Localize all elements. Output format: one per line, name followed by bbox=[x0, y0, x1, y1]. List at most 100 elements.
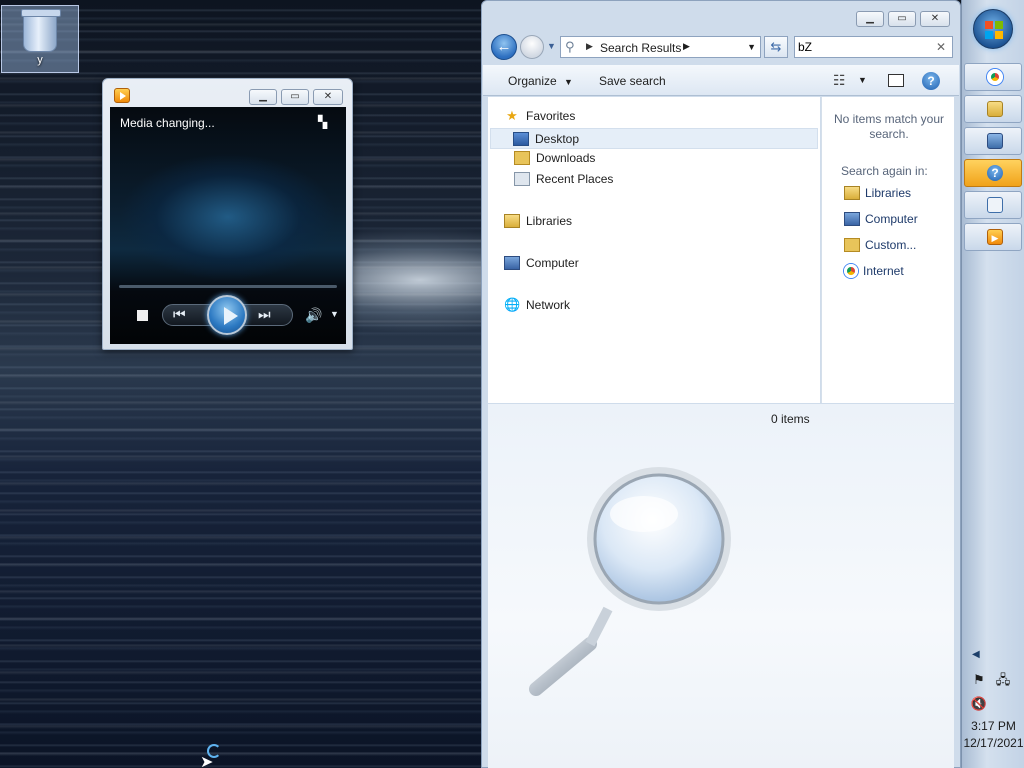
taskbar-explorer[interactable] bbox=[964, 95, 1022, 123]
close-button[interactable]: ✕ bbox=[313, 89, 343, 105]
media-player-screen: Media changing... ▚ ⏮ ⏭ 🔊 ▼ bbox=[110, 107, 346, 344]
media-player-window[interactable]: ▁ ▭ ✕ Media changing... ▚ ⏮ ⏭ 🔊 ▼ bbox=[102, 78, 353, 350]
address-dropdown-icon[interactable]: ▼ bbox=[747, 42, 756, 52]
libraries-icon bbox=[504, 214, 520, 228]
search-again-label: Search again in: bbox=[841, 164, 928, 178]
recent-pages-dropdown[interactable]: ▼ bbox=[547, 41, 556, 51]
item-count: 0 items bbox=[771, 412, 810, 426]
busy-spinner-icon bbox=[207, 744, 221, 758]
windows-logo-icon bbox=[985, 21, 1003, 39]
minimize-button[interactable]: ▁ bbox=[249, 89, 277, 105]
explorer-window[interactable]: ▁ ▭ ✕ ← ▼ ⚲ ▶ Search Results ▶ ▼ ⇆ ✕ Org… bbox=[481, 0, 961, 768]
search-input[interactable] bbox=[798, 39, 933, 55]
search-again-libraries-label: Libraries bbox=[865, 186, 912, 200]
results-area: 0 items bbox=[488, 404, 954, 768]
taskbar-chrome[interactable] bbox=[964, 63, 1022, 91]
search-again-custom-label: Custom... bbox=[865, 238, 917, 252]
media-status-text: Media changing... bbox=[120, 116, 215, 130]
recycle-bin-icon bbox=[21, 9, 61, 52]
search-again-computer[interactable]: Computer bbox=[844, 212, 918, 226]
network-icon: 🌐 bbox=[504, 297, 521, 312]
show-hidden-icons-icon[interactable]: ◀ bbox=[972, 649, 980, 660]
help-icon: ? bbox=[987, 165, 1003, 181]
star-icon: ★ bbox=[506, 108, 518, 123]
search-box[interactable]: ✕ bbox=[794, 36, 953, 58]
minimize-button[interactable]: ▁ bbox=[856, 11, 884, 27]
nav-desktop[interactable]: Desktop bbox=[490, 128, 818, 149]
recycle-bin-shortcut[interactable]: y bbox=[1, 5, 79, 73]
nav-desktop-label: Desktop bbox=[535, 131, 580, 146]
clear-search-icon[interactable]: ✕ bbox=[936, 40, 946, 54]
recycle-bin-label: y bbox=[37, 54, 43, 66]
breadcrumb-arrow-icon[interactable]: ▶ bbox=[683, 41, 690, 52]
organize-label: Organize bbox=[508, 74, 557, 88]
taskbar-window[interactable] bbox=[964, 191, 1022, 219]
search-icon: ⚲ bbox=[565, 39, 575, 54]
search-again-internet-label: Internet bbox=[863, 264, 904, 278]
start-button[interactable] bbox=[973, 9, 1013, 49]
volume-muted-icon[interactable]: 🔇 bbox=[970, 696, 988, 712]
breadcrumb-search-results[interactable]: Search Results bbox=[600, 41, 681, 55]
recent-places-icon bbox=[514, 172, 530, 186]
explorer-folder-icon bbox=[987, 101, 1003, 117]
change-view-icon[interactable]: ☷ bbox=[833, 72, 846, 89]
taskbar-help[interactable]: ? bbox=[964, 159, 1022, 187]
search-details-pane: No items match your search. Search again… bbox=[821, 97, 954, 403]
taskbar-remote-desktop[interactable] bbox=[964, 127, 1022, 155]
folder-icon bbox=[844, 238, 860, 252]
save-search-button[interactable]: Save search bbox=[599, 74, 666, 88]
network-tray-icon[interactable]: 🖧 bbox=[994, 672, 1012, 688]
refresh-icon[interactable]: ⇆ bbox=[764, 36, 788, 58]
close-button[interactable]: ✕ bbox=[920, 11, 950, 27]
nav-recent-places[interactable]: Recent Places bbox=[514, 172, 613, 186]
clock-time: 3:17 PM bbox=[971, 719, 1016, 733]
taskbar: ? ▶ ◀ ⚑ 🖧 🔇 3:17 PM 12/17/2021 bbox=[961, 0, 1024, 768]
address-bar[interactable]: ⚲ ▶ Search Results ▶ ▼ bbox=[560, 36, 761, 58]
forward-arrow-icon[interactable] bbox=[520, 35, 544, 59]
restore-button[interactable]: ▭ bbox=[888, 11, 916, 27]
search-again-libraries[interactable]: Libraries bbox=[844, 186, 911, 200]
next-button[interactable]: ⏭ bbox=[258, 306, 271, 323]
nav-downloads[interactable]: Downloads bbox=[514, 151, 595, 165]
nav-favorites[interactable]: ★ Favorites bbox=[504, 108, 576, 124]
monitor-icon bbox=[987, 133, 1003, 149]
volume-icon[interactable]: 🔊 bbox=[305, 307, 322, 324]
desktop-icon bbox=[513, 131, 529, 146]
nav-computer[interactable]: Computer bbox=[504, 256, 579, 270]
media-player-icon: ▶ bbox=[987, 229, 1003, 245]
back-arrow-icon[interactable]: ← bbox=[491, 34, 517, 60]
window-icon bbox=[987, 197, 1003, 213]
view-dropdown-icon[interactable]: ▼ bbox=[858, 75, 867, 85]
nav-network[interactable]: 🌐 Network bbox=[504, 297, 571, 313]
navigation-pane: ★ Favorites Desktop Downloads Recent Pla… bbox=[488, 97, 820, 403]
libraries-icon bbox=[844, 186, 860, 200]
play-button[interactable] bbox=[207, 295, 247, 335]
breadcrumb-arrow-icon[interactable]: ▶ bbox=[586, 41, 593, 52]
media-player-icon bbox=[114, 88, 130, 103]
preview-pane-icon[interactable] bbox=[888, 74, 904, 87]
volume-dropdown-icon[interactable]: ▼ bbox=[330, 309, 339, 319]
chevron-down-icon: ▼ bbox=[564, 77, 573, 87]
organize-button[interactable]: Organize ▼ bbox=[508, 74, 573, 88]
search-again-custom[interactable]: Custom... bbox=[844, 238, 916, 252]
maximize-button[interactable]: ▭ bbox=[281, 89, 309, 105]
no-results-message: No items match your search. bbox=[833, 112, 945, 141]
nav-libraries-label: Libraries bbox=[526, 214, 573, 228]
seek-bar[interactable] bbox=[119, 285, 337, 288]
switch-to-library-icon[interactable]: ▚ bbox=[318, 115, 336, 131]
internet-icon bbox=[844, 264, 858, 278]
taskbar-media-player[interactable]: ▶ bbox=[964, 223, 1022, 251]
clock-date: 12/17/2021 bbox=[963, 736, 1024, 750]
stop-button[interactable] bbox=[137, 310, 148, 321]
nav-libraries[interactable]: Libraries bbox=[504, 214, 572, 228]
nav-computer-label: Computer bbox=[526, 256, 579, 270]
nav-downloads-label: Downloads bbox=[536, 151, 596, 165]
clock[interactable]: 3:17 PM 12/17/2021 bbox=[962, 718, 1024, 752]
help-icon[interactable]: ? bbox=[922, 72, 940, 90]
previous-button[interactable]: ⏮ bbox=[173, 306, 186, 323]
computer-icon bbox=[504, 256, 520, 270]
flag-icon[interactable]: ⚑ bbox=[970, 672, 988, 688]
search-again-internet[interactable]: Internet bbox=[844, 264, 904, 278]
nav-favorites-label: Favorites bbox=[526, 109, 576, 123]
nav-network-label: Network bbox=[526, 298, 571, 312]
